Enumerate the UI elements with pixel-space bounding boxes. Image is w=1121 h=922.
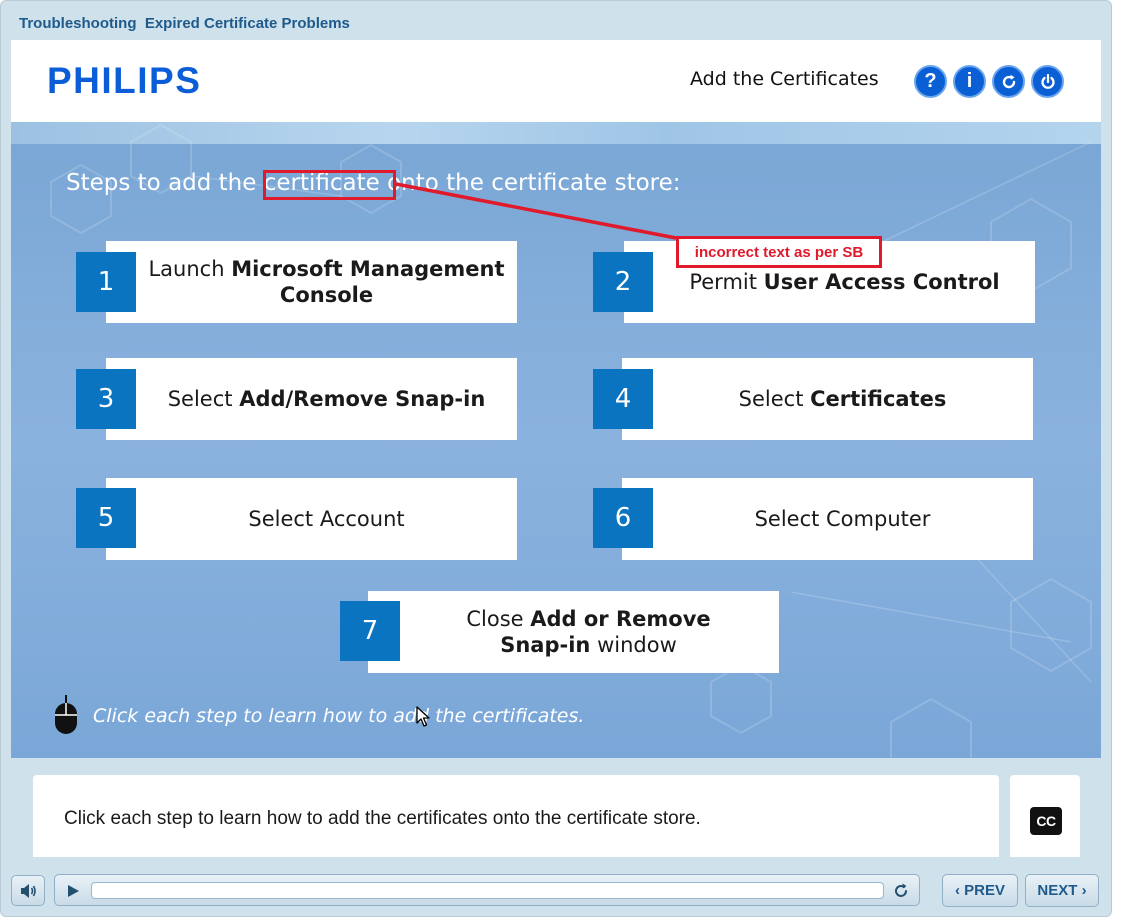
caption-panel: Click each step to learn how to add the … xyxy=(33,775,999,857)
step-1-number[interactable]: 1 xyxy=(76,252,136,312)
step-4-label: Select Certificates xyxy=(738,387,947,411)
mouse-icon xyxy=(55,695,77,734)
step-4-number[interactable]: 4 xyxy=(593,369,653,429)
annotation-highlight-box xyxy=(263,170,396,200)
step-3-label: Select Add/Remove Snap-in xyxy=(167,387,486,411)
step-6-card[interactable]: Select Computer xyxy=(622,478,1033,560)
cc-icon: CC xyxy=(1036,813,1056,829)
philips-logo: PHILIPS xyxy=(47,60,202,101)
step-7-number[interactable]: 7 xyxy=(340,601,400,661)
play-icon[interactable] xyxy=(66,884,80,898)
step-1-card[interactable]: Launch Microsoft Management Console xyxy=(106,241,517,323)
caption-text: Click each step to learn how to add the … xyxy=(64,808,701,829)
heading-text-end: onto the certificate store: xyxy=(379,170,681,196)
step-7-label: Close Add or Remove Snap-in window xyxy=(466,607,711,657)
slide-stage: Steps to add the certificate onto the ce… xyxy=(11,122,1101,758)
step-1-label: Launch Microsoft Management Console xyxy=(148,257,505,307)
speaker-icon xyxy=(21,883,36,898)
annotation-label: incorrect text as per SB xyxy=(676,236,882,268)
step-6-label: Select Computer xyxy=(754,507,931,531)
step-2-number[interactable]: 2 xyxy=(593,252,653,312)
step-4-card[interactable]: Select Certificates xyxy=(622,358,1033,440)
prev-button[interactable]: ‹ PREV xyxy=(942,874,1018,907)
step-6-number[interactable]: 6 xyxy=(593,488,653,548)
mouse-pointer-icon xyxy=(416,706,430,727)
closed-captions-button[interactable]: CC xyxy=(1030,807,1062,835)
chevron-left-icon: ‹ xyxy=(954,882,965,899)
step-3-number[interactable]: 3 xyxy=(76,369,136,429)
step-2-label: Permit User Access Control xyxy=(689,270,1000,294)
next-button[interactable]: NEXT › xyxy=(1025,874,1099,907)
playback-bar: ‹ PREV NEXT › xyxy=(0,858,1112,917)
volume-button[interactable] xyxy=(11,875,45,906)
next-label: NEXT xyxy=(1037,882,1078,899)
step-5-number[interactable]: 5 xyxy=(76,488,136,548)
cc-panel: CC xyxy=(1010,775,1080,857)
step-5-label: Select Account xyxy=(248,507,405,531)
header: PHILIPS Add the Certificates ? i xyxy=(11,40,1101,122)
chevron-right-icon: › xyxy=(1077,882,1087,899)
prev-label: PREV xyxy=(964,882,1006,899)
lesson-title: Add the Certificates xyxy=(690,68,879,90)
help-icon: ? xyxy=(924,70,937,92)
seek-track[interactable] xyxy=(91,882,884,899)
instruction-hint: Click each step to learn how to add the … xyxy=(93,705,585,727)
help-button[interactable]: ? xyxy=(914,65,947,98)
replay-button[interactable] xyxy=(992,65,1025,98)
exit-button[interactable] xyxy=(1031,65,1064,98)
step-5-card[interactable]: Select Account xyxy=(106,478,517,560)
reload-icon[interactable] xyxy=(892,882,910,900)
power-icon xyxy=(1040,73,1055,89)
step-3-card[interactable]: Select Add/Remove Snap-in xyxy=(106,358,517,440)
heading-text-start: Steps to add the xyxy=(66,170,264,196)
info-button[interactable]: i xyxy=(953,65,986,98)
seek-bar[interactable] xyxy=(54,874,920,906)
replay-icon xyxy=(1002,74,1015,88)
info-icon: i xyxy=(966,70,973,92)
course-title: Troubleshooting Expired Certificate Prob… xyxy=(19,15,350,32)
step-7-card[interactable]: Close Add or Remove Snap-in window xyxy=(368,591,779,673)
